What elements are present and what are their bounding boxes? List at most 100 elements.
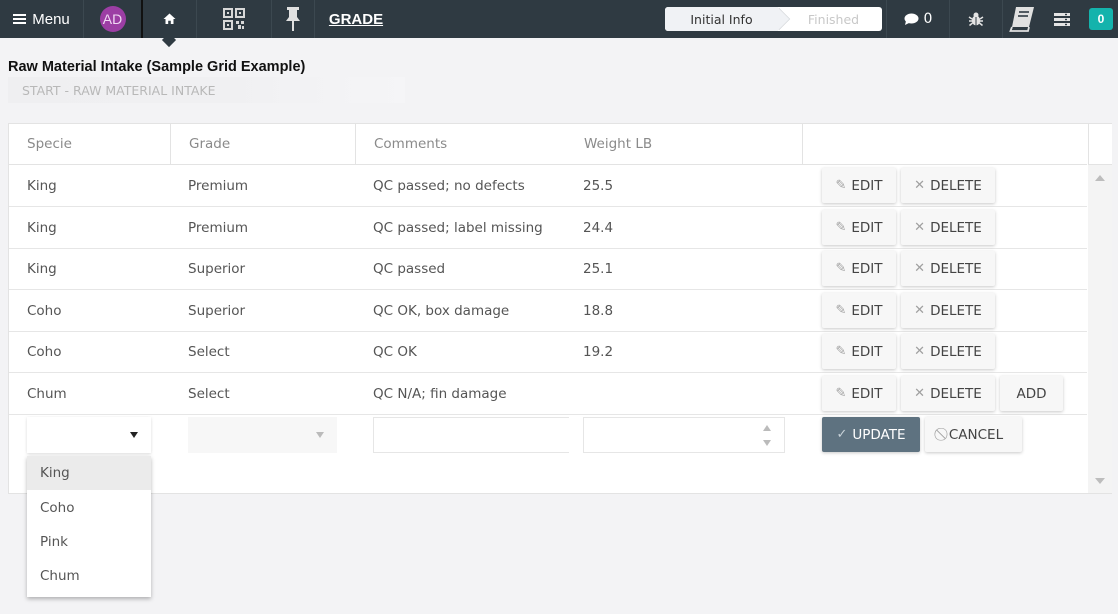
specie-dropdown-list: King Coho Pink Chum — [27, 456, 151, 597]
edit-label: EDIT — [851, 260, 883, 277]
close-icon: ✕ — [914, 386, 926, 401]
cancel-button[interactable]: ⃠CANCEL — [925, 417, 1022, 452]
vertical-scrollbar[interactable] — [1088, 165, 1112, 493]
edit-button[interactable]: ✎ EDIT — [822, 293, 896, 328]
menu-button[interactable]: Menu — [0, 0, 83, 38]
cancel-label: CANCEL — [948, 426, 1004, 443]
close-icon: ✕ — [914, 344, 926, 359]
cell-grade: Premium — [188, 177, 249, 194]
delete-button[interactable]: ✕ DELETE — [901, 334, 995, 369]
cell-weight: 25.1 — [583, 260, 614, 277]
dropdown-option-king[interactable]: King — [27, 456, 151, 490]
chevron-down-icon — [316, 432, 324, 438]
column-header-comments[interactable]: Comments — [356, 124, 566, 164]
table-row: Chum Select QC N/A; fin damage ✎ EDIT ✕ DE… — [9, 373, 1087, 415]
delete-button[interactable]: ✕ DELETE — [901, 376, 995, 411]
edit-button[interactable]: ✎ EDIT — [822, 376, 896, 411]
cell-grade: Select — [188, 343, 230, 360]
notification-badge: 0 — [1089, 8, 1113, 30]
scrollbar-header-spacer — [1088, 124, 1112, 165]
delete-label: DELETE — [930, 302, 982, 319]
edit-label: EDIT — [851, 177, 883, 194]
pencil-icon: ✎ — [835, 303, 847, 318]
column-header-grade[interactable]: Grade — [171, 124, 356, 164]
column-header-actions — [803, 124, 1087, 164]
check-icon: ✓ — [836, 427, 848, 442]
cell-specie: King — [27, 219, 57, 236]
close-icon: ✕ — [914, 261, 926, 276]
book-icon — [1009, 7, 1034, 32]
task-list-button[interactable] — [1041, 0, 1083, 38]
edit-button[interactable]: ✎ EDIT — [822, 168, 896, 203]
cell-grade: Superior — [188, 260, 246, 277]
spin-up-icon[interactable] — [763, 425, 771, 431]
home-icon — [163, 13, 176, 24]
home-button[interactable] — [143, 0, 196, 38]
pencil-icon: ✎ — [835, 386, 847, 401]
cell-specie: Chum — [27, 385, 67, 402]
chat-icon — [904, 13, 919, 25]
grade-select[interactable] — [188, 417, 337, 453]
edit-button[interactable]: ✎ EDIT — [822, 210, 896, 245]
dropdown-option-coho[interactable]: Coho — [27, 491, 151, 525]
cell-weight: 25.5 — [583, 177, 614, 194]
qr-scan-button[interactable] — [197, 0, 271, 38]
bug-report-button[interactable] — [950, 0, 1002, 38]
pin-button[interactable] — [272, 0, 314, 38]
cell-specie: King — [27, 177, 57, 194]
list-icon — [1054, 12, 1070, 26]
grade-link[interactable]: GRADE — [315, 0, 397, 38]
scroll-down-arrow-icon[interactable] — [1095, 478, 1105, 484]
cell-grade: Premium — [188, 219, 249, 236]
weight-input[interactable] — [583, 417, 785, 453]
cell-weight: 24.4 — [583, 219, 614, 236]
delete-label: DELETE — [930, 343, 982, 360]
delete-label: DELETE — [930, 260, 982, 277]
column-header-weight[interactable]: Weight LB — [566, 124, 803, 164]
update-label: UPDATE — [852, 426, 906, 443]
delete-button[interactable]: ✕ DELETE — [901, 168, 995, 203]
scroll-up-arrow-icon[interactable] — [1095, 175, 1105, 181]
bug-icon — [968, 12, 984, 27]
qr-code-icon — [223, 8, 245, 30]
documentation-button[interactable] — [1003, 0, 1041, 38]
workflow-stepper: Initial Info Finished — [665, 7, 882, 31]
step-finished[interactable]: Finished — [785, 7, 882, 31]
column-header-specie[interactable]: Specie — [9, 124, 171, 164]
pencil-icon: ✎ — [835, 261, 847, 276]
add-button[interactable]: ADD — [1000, 376, 1063, 411]
edit-button[interactable]: ✎ EDIT — [822, 251, 896, 286]
specie-select[interactable] — [27, 417, 151, 453]
cell-specie: Coho — [27, 343, 62, 360]
table-row: King Superior QC passed 25.1 ✎ EDIT ✕ DELE… — [9, 248, 1087, 290]
grid-header: Specie Grade Comments Weight LB — [9, 124, 1087, 165]
spin-down-icon[interactable] — [763, 440, 771, 446]
step-initial-info[interactable]: Initial Info — [665, 7, 778, 31]
delete-button[interactable]: ✕ DELETE — [901, 293, 995, 328]
edit-label: EDIT — [851, 343, 883, 360]
delete-button[interactable]: ✕ DELETE — [901, 210, 995, 245]
dropdown-option-pink[interactable]: Pink — [27, 525, 151, 559]
cell-grade: Superior — [188, 302, 246, 319]
close-icon: ✕ — [914, 220, 926, 235]
avatar: AD — [99, 6, 126, 32]
section-header: START - RAW MATERIAL INTAKE — [8, 77, 405, 103]
edit-label: EDIT — [851, 302, 883, 319]
close-icon: ✕ — [914, 178, 926, 193]
edit-row: ✓ UPDATE ⃠CANCEL — [9, 414, 1087, 456]
edit-button[interactable]: ✎ EDIT — [822, 334, 896, 369]
menu-label: Menu — [32, 10, 70, 28]
delete-button[interactable]: ✕ DELETE — [901, 251, 995, 286]
notifications-button[interactable]: 0 — [1084, 0, 1118, 38]
cell-comments: QC passed; no defects — [373, 177, 525, 194]
edit-label: EDIT — [851, 385, 883, 402]
chevron-down-icon — [130, 432, 138, 438]
cell-grade: Select — [188, 385, 230, 402]
update-button[interactable]: ✓ UPDATE — [822, 417, 920, 452]
table-row: King Premium QC passed; no defects 25.5 … — [9, 165, 1087, 207]
user-avatar-button[interactable]: AD — [84, 0, 141, 38]
dropdown-option-chum[interactable]: Chum — [27, 559, 151, 593]
comments-input[interactable] — [373, 417, 569, 453]
comments-button[interactable]: 0 — [887, 0, 949, 38]
pencil-icon: ✎ — [835, 344, 847, 359]
